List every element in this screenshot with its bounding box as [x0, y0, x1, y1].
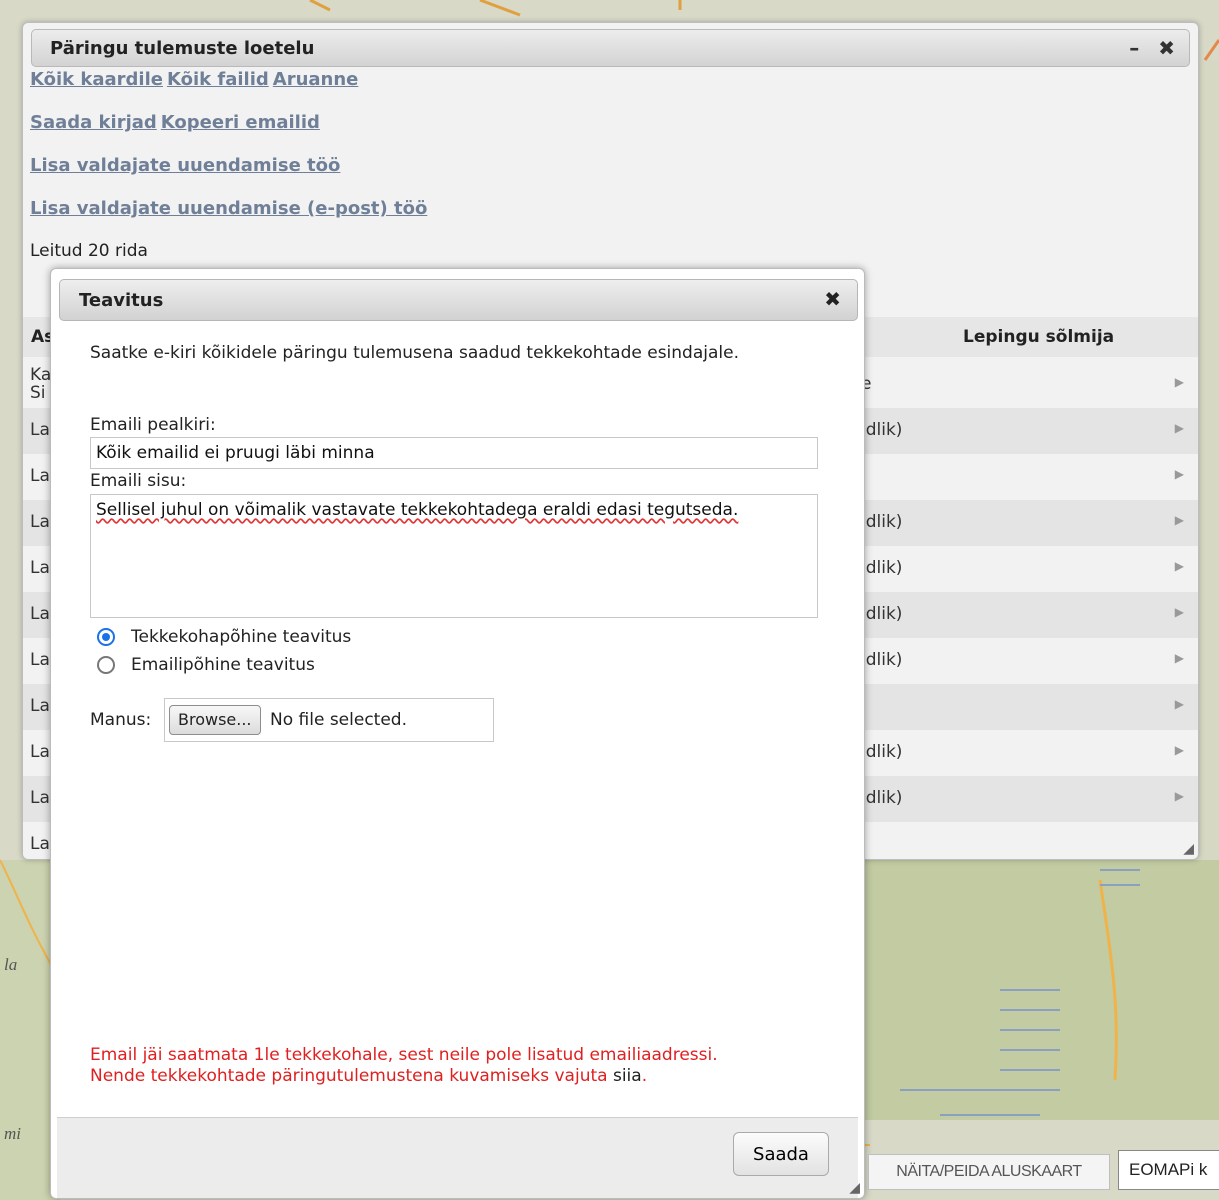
dialog-titlebar[interactable]: Teavitus ✖: [59, 279, 858, 321]
radio-unselected-icon[interactable]: [97, 656, 115, 674]
row-cell-right: ıdlik): [861, 742, 903, 762]
map-place-label: la: [4, 955, 18, 974]
resize-handle-icon[interactable]: ◢: [849, 1180, 860, 1196]
results-title: Päringu tulemuste loetelu: [50, 38, 315, 59]
body-label: Emaili sisu:: [90, 471, 187, 491]
all-to-map-link[interactable]: Kõik kaardile: [30, 69, 163, 90]
copy-emails-link[interactable]: Kopeeri emailid: [161, 112, 320, 133]
close-icon[interactable]: ✖: [824, 287, 841, 311]
row-expand-icon[interactable]: ▶: [1175, 697, 1184, 711]
row-cell-left: La: [30, 742, 50, 762]
row-cell-right: ıdlik): [861, 604, 903, 624]
row-cell-left: Si: [30, 383, 46, 403]
found-count: Leitud 20 rida: [30, 241, 148, 261]
subject-input[interactable]: [90, 437, 818, 469]
row-expand-icon[interactable]: ▶: [1175, 467, 1184, 481]
add-holder-update-job-link[interactable]: Lisa valdajate uuendamise töö: [30, 155, 340, 176]
row-cell-left: La: [30, 512, 50, 532]
radio-selected-icon[interactable]: [97, 628, 115, 646]
file-status: No file selected.: [270, 710, 407, 730]
send-letters-link[interactable]: Saada kirjad: [30, 112, 157, 133]
row-expand-icon[interactable]: ▶: [1175, 513, 1184, 527]
row-cell-left: La: [30, 788, 50, 808]
radio-label: Tekkekohapõhine teavitus: [131, 627, 352, 647]
radio-per-site[interactable]: Tekkekohapõhine teavitus: [97, 627, 351, 647]
report-link[interactable]: Aruanne: [273, 69, 359, 90]
row-cell-right: ıdlik): [861, 558, 903, 578]
row-expand-icon[interactable]: ▶: [1175, 605, 1184, 619]
results-actions: Kõik kaardile Kõik failid Aruanne Saada ki…: [30, 69, 431, 241]
body-textarea[interactable]: Sellisel juhul on võimalik vastavate tek…: [90, 494, 818, 618]
row-cell-left: La: [30, 420, 50, 440]
row-cell-right: ıdlik): [861, 512, 903, 532]
body-text: Sellisel juhul on võimalik vastavate tek…: [96, 500, 739, 520]
attachment-label: Manus:: [90, 710, 152, 730]
row-expand-icon[interactable]: ▶: [1175, 789, 1184, 803]
row-cell-right: ıdlik): [861, 420, 903, 440]
warning-line: Email jäi saatmata 1le tekkekohale, sest…: [90, 1045, 718, 1065]
row-expand-icon[interactable]: ▶: [1175, 743, 1184, 757]
row-cell-left: La: [30, 558, 50, 578]
minimize-icon[interactable]: –: [1129, 36, 1139, 60]
row-cell-left: La: [30, 466, 50, 486]
row-expand-icon[interactable]: ▶: [1175, 421, 1184, 435]
row-cell-left: La: [30, 650, 50, 670]
file-input[interactable]: Browse... No file selected.: [164, 698, 494, 742]
radio-per-email[interactable]: Emailipõhine teavitus: [97, 655, 315, 675]
subject-label: Emaili pealkiri:: [90, 415, 216, 435]
row-expand-icon[interactable]: ▶: [1175, 559, 1184, 573]
row-expand-icon[interactable]: ▶: [1175, 651, 1184, 665]
browse-button[interactable]: Browse...: [169, 705, 261, 735]
resize-handle-icon[interactable]: ◢: [1183, 841, 1194, 857]
row-cell-left: La: [30, 696, 50, 716]
row-cell-left: Ka: [30, 365, 52, 385]
results-titlebar[interactable]: Päringu tulemuste loetelu – ✖: [31, 29, 1190, 67]
warning-suffix: .: [641, 1066, 648, 1086]
row-cell-left: La: [30, 834, 50, 854]
dialog-footer: Saada: [57, 1117, 858, 1198]
row-cell-left: La: [30, 604, 50, 624]
send-button[interactable]: Saada: [733, 1132, 829, 1176]
row-cell-right: ıdlik): [861, 788, 903, 808]
notify-dialog: Teavitus ✖ Saatke e-kiri kõikidele pärin…: [50, 268, 865, 1199]
close-icon[interactable]: ✖: [1158, 36, 1175, 60]
map-place-label: mi: [4, 1124, 21, 1143]
all-files-link[interactable]: Kõik failid: [167, 69, 269, 90]
column-header[interactable]: Lepingu sõlmija: [963, 327, 1114, 347]
warning-line: Nende tekkekohtade päringutulemustena ku…: [90, 1066, 613, 1086]
eomap-tab[interactable]: EOMAPi k: [1118, 1150, 1219, 1190]
toggle-basemap-button[interactable]: NÄITA/PEIDA ALUSKAART: [868, 1154, 1110, 1190]
dialog-title: Teavitus: [79, 290, 164, 311]
show-sites-link[interactable]: siia: [613, 1066, 642, 1086]
dialog-intro: Saatke e-kiri kõikidele päringu tulemuse…: [90, 343, 739, 363]
row-cell-right: ıdlik): [861, 650, 903, 670]
row-expand-icon[interactable]: ▶: [1175, 375, 1184, 389]
radio-label: Emailipõhine teavitus: [131, 655, 315, 675]
add-holder-update-email-job-link[interactable]: Lisa valdajate uuendamise (e-post) töö: [30, 198, 427, 219]
warning-message: Email jäi saatmata 1le tekkekohale, sest…: [90, 1045, 718, 1087]
